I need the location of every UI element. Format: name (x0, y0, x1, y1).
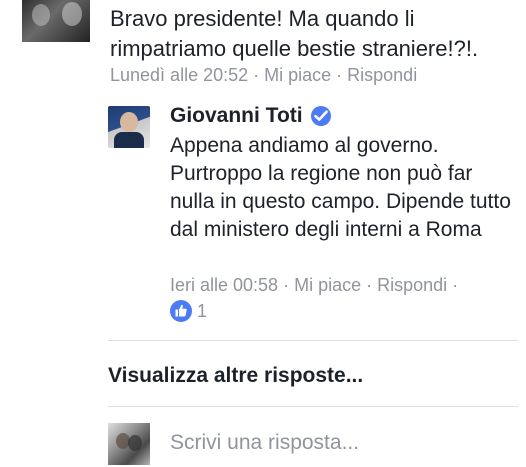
view-more-replies-link[interactable]: Visualizza altre risposte... (108, 364, 363, 388)
meta-separator: · (253, 65, 260, 85)
comment-text: Bravo presidente! Ma quando li rimpatria… (110, 6, 479, 61)
reaction-summary[interactable]: 1 (170, 300, 207, 322)
reply-timestamp[interactable]: Ieri alle 00:58 (170, 275, 278, 295)
comment-timestamp[interactable]: Lunedì alle 20:52 (110, 65, 248, 85)
meta-separator: · (336, 65, 343, 85)
meta-separator: · (283, 275, 290, 295)
like-count: 1 (197, 300, 208, 321)
reply-meta: Ieri alle 00:58 · Mi piace · Rispondi · (170, 275, 463, 296)
meta-separator: · (452, 275, 459, 295)
reply-author-row: Giovanni Toti (170, 104, 331, 128)
reply-reply-link[interactable]: Rispondi (377, 275, 447, 295)
commenter-avatar[interactable] (22, 0, 90, 42)
comment-meta: Lunedì alle 20:52 · Mi piace · Rispondi (110, 65, 417, 86)
divider (108, 340, 518, 341)
comment-reply-link[interactable]: Rispondi (347, 65, 417, 85)
comment-like-link[interactable]: Mi piace (264, 65, 331, 85)
reply-author-name[interactable]: Giovanni Toti (170, 104, 303, 128)
current-user-avatar (108, 423, 150, 465)
reply-input[interactable] (166, 424, 524, 462)
divider (108, 406, 518, 407)
reply-author-avatar[interactable] (108, 106, 150, 148)
meta-separator: · (366, 275, 373, 295)
reply-text: Appena andiamo al governo. Purtroppo la … (170, 134, 511, 241)
verified-badge-icon (310, 106, 331, 126)
thumbs-up-icon (170, 300, 192, 322)
reply-like-link[interactable]: Mi piace (294, 275, 361, 295)
